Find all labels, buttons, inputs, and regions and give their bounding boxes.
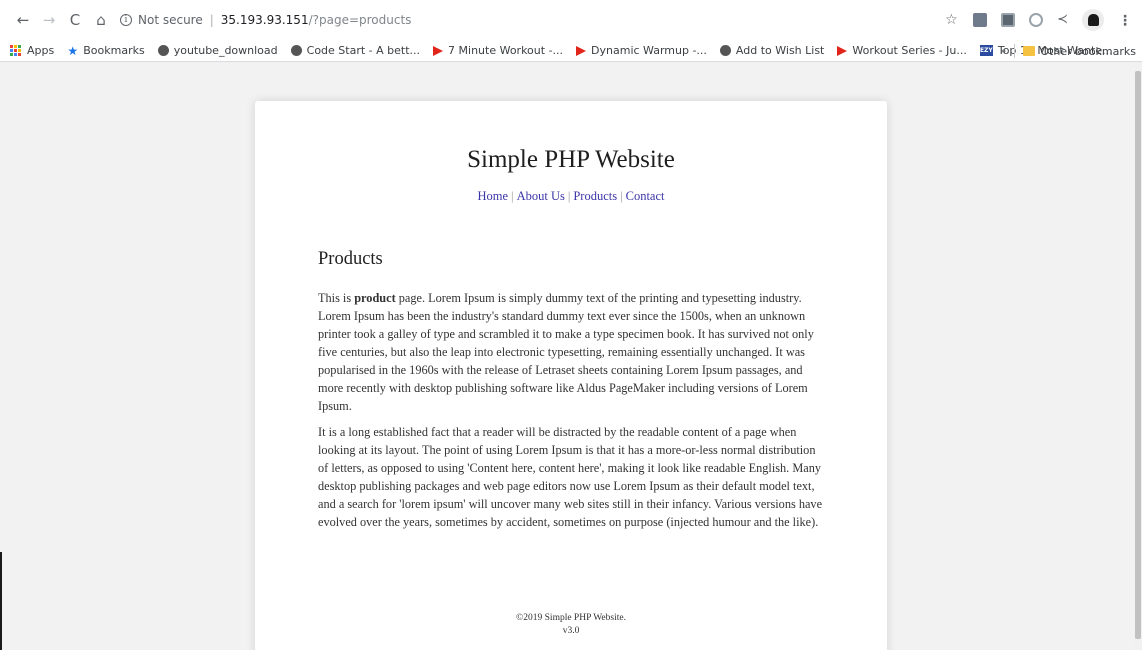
bookmarks-divider — [1014, 44, 1016, 58]
bookmark-7-minute-workout[interactable]: 7 Minute Workout -... — [433, 44, 563, 57]
forward-arrow-icon[interactable]: → — [38, 9, 60, 31]
bookmark-youtube-download[interactable]: youtube_download — [157, 44, 278, 57]
back-arrow-icon[interactable]: ← — [12, 9, 34, 31]
address-bar[interactable]: i Not secure | 35.193.93.151 /?page=prod… — [120, 7, 411, 33]
globe-icon — [290, 45, 302, 56]
globe-icon — [157, 45, 169, 56]
more-menu-icon[interactable]: ⋮ — [1118, 13, 1132, 29]
bookmark-label: Dynamic Warmup -... — [591, 44, 707, 57]
bookmark-label: Add to Wish List — [735, 44, 825, 57]
home-icon[interactable]: ⌂ — [90, 9, 112, 31]
bookmark-add-to-wish-list[interactable]: Add to Wish List — [719, 44, 825, 57]
bookmark-bookmarks[interactable]: ★ Bookmarks — [67, 43, 145, 58]
bookmark-dynamic-warmup[interactable]: Dynamic Warmup -... — [576, 44, 707, 57]
content-card: Simple PHP Website Home | About Us | Product… — [255, 101, 887, 650]
youtube-icon — [837, 45, 848, 56]
footer-copyright: ©2019 Simple PHP Website. — [516, 613, 626, 623]
paragraph-text: This is — [318, 291, 355, 305]
address-separator: | — [209, 13, 214, 27]
nav-link-products[interactable]: Products — [573, 189, 617, 203]
bookmark-label: Apps — [27, 44, 55, 57]
extension-icons: ☆ ≺ ⋮ — [945, 9, 1132, 31]
security-label: Not secure — [138, 13, 203, 27]
bookmark-apps[interactable]: Apps — [10, 44, 54, 57]
ezy-icon: EZY — [979, 45, 993, 56]
profile-avatar[interactable] — [1082, 9, 1104, 31]
apps-grid-icon — [10, 45, 21, 56]
site-footer: ©2019 Simple PHP Website. v3.0 — [255, 612, 887, 638]
extension-icon-1[interactable] — [973, 13, 988, 27]
youtube-icon — [576, 45, 587, 56]
bookmark-code-start[interactable]: Code Start - A bett... — [290, 44, 421, 57]
nav-separator: | — [567, 189, 571, 203]
bookmark-workout-series[interactable]: Workout Series - Ju... — [837, 44, 967, 57]
nav-separator: | — [620, 189, 623, 203]
nav-link-about[interactable]: About Us — [517, 189, 565, 203]
navigation-buttons: ← → C ⌂ — [12, 9, 112, 31]
extension-icon-2[interactable] — [1001, 13, 1016, 27]
url-host: 35.193.93.151 — [220, 13, 309, 27]
bookmarks-overflow-button[interactable]: » — [1000, 46, 1006, 57]
bookmarks-bar: Apps ★ Bookmarks youtube_download Code S… — [0, 40, 1142, 62]
extension-icon-4[interactable]: ≺ — [1057, 13, 1068, 27]
globe-icon — [719, 45, 731, 56]
other-bookmarks-link[interactable]: Other bookmarks — [1040, 45, 1136, 58]
site-title: Simple PHP Website — [467, 146, 675, 173]
page-viewport: Simple PHP Website Home | About Us | Product… — [0, 63, 1142, 650]
folder-icon — [1023, 46, 1036, 56]
info-icon[interactable]: i — [120, 14, 132, 26]
window-edge — [0, 552, 2, 650]
reload-icon[interactable]: C — [64, 9, 86, 31]
paragraph-text: page. Lorem Ipsum is simply dummy text o… — [318, 291, 814, 413]
nav-link-home[interactable]: Home — [477, 189, 508, 203]
star-icon: ★ — [67, 43, 79, 58]
bookmarks-right: » Other bookmarks — [1000, 44, 1136, 58]
page-content: This is product page. Lorem Ipsum is sim… — [318, 289, 828, 539]
browser-toolbar: ← → C ⌂ i Not secure | 35.193.93.151 /?p… — [0, 0, 1142, 40]
bookmark-label: 7 Minute Workout -... — [448, 44, 564, 57]
footer-version: v3.0 — [562, 626, 580, 636]
page-scrollbar[interactable] — [1134, 63, 1142, 650]
content-paragraph: This is product page. Lorem Ipsum is sim… — [318, 289, 828, 415]
youtube-icon — [433, 45, 444, 56]
bookmark-star-icon[interactable]: ☆ — [945, 13, 959, 27]
scrollbar-thumb[interactable] — [1135, 71, 1141, 639]
bookmark-label: Bookmarks — [83, 44, 145, 57]
bookmark-label: Code Start - A bett... — [306, 44, 421, 57]
nav-link-contact[interactable]: Contact — [626, 189, 665, 203]
nav-separator: | — [511, 189, 514, 203]
site-navigation: Home | About Us | Products | Contact — [255, 189, 887, 204]
bookmark-label: youtube_download — [173, 44, 278, 57]
extension-icon-3[interactable] — [1029, 13, 1044, 27]
bookmark-label: Workout Series - Ju... — [852, 44, 967, 57]
url-path: /?page=products — [308, 13, 412, 27]
paragraph-bold-text: product — [354, 291, 396, 305]
content-paragraph: It is a long established fact that a rea… — [318, 425, 823, 529]
page-heading: Products — [318, 249, 383, 269]
